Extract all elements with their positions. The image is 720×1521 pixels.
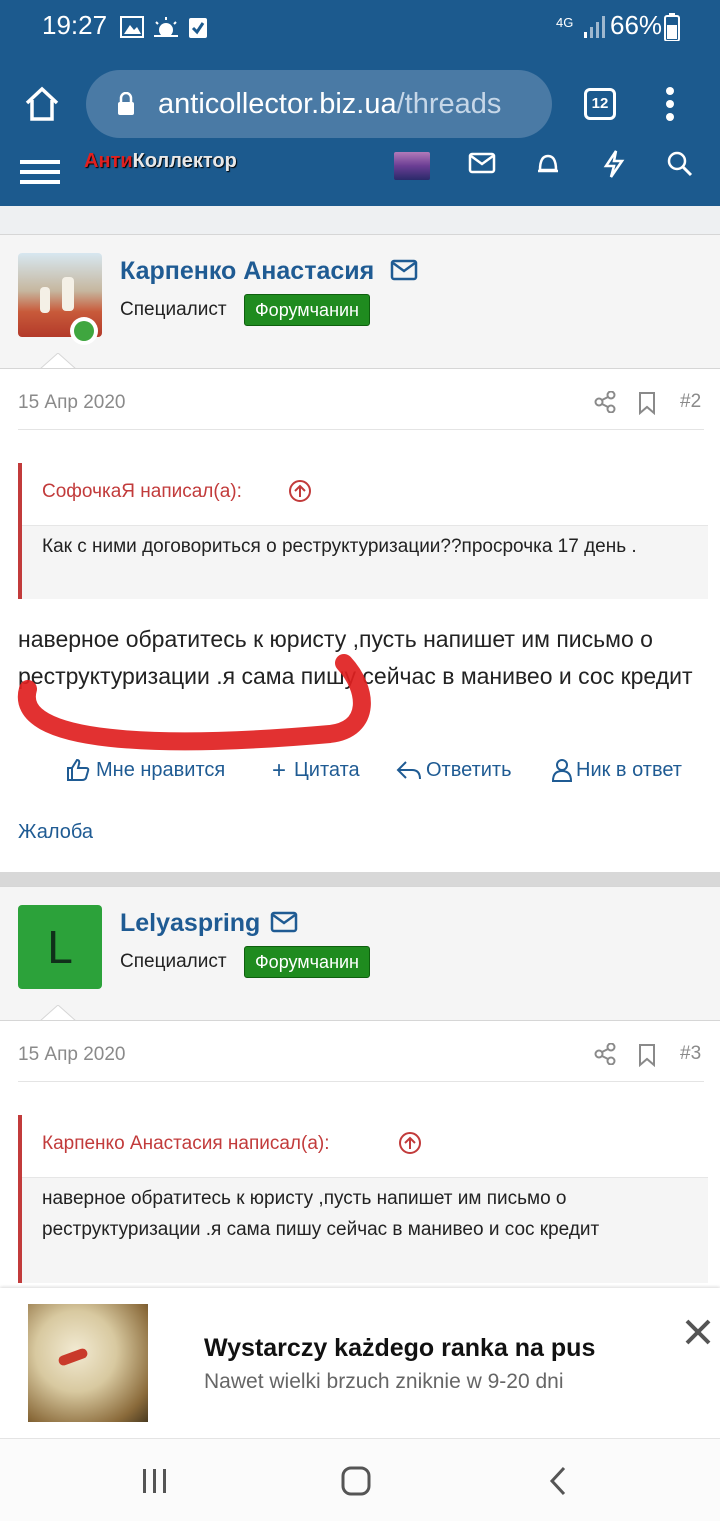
lock-icon <box>118 92 134 115</box>
post-date[interactable]: 15 Апр 2020 <box>18 392 126 414</box>
user-icon[interactable] <box>552 758 572 782</box>
quote-header: СофочкаЯ написал(а): <box>22 463 708 526</box>
home-icon[interactable] <box>24 86 60 122</box>
battery-percent: 66% <box>610 10 663 40</box>
post-author-name[interactable]: Карпенко Анастасия <box>120 257 374 286</box>
divider <box>18 429 704 430</box>
weather-icon <box>154 17 178 37</box>
lightning-icon[interactable] <box>602 150 626 178</box>
browser-chrome: 19:27 4G 66% anticollector.biz.ua/thread… <box>0 0 720 150</box>
post-2-body: 15 Апр 2020 #2 СофочкаЯ написал(а): Как … <box>0 368 720 873</box>
battery-icon <box>664 13 680 41</box>
post-author-name[interactable]: Lelyaspring <box>120 909 260 938</box>
online-dot <box>74 321 94 341</box>
mail-icon[interactable] <box>270 911 298 933</box>
post-number[interactable]: #3 <box>680 1043 701 1065</box>
ad-banner[interactable]: Wystarczy każdego ranka na pus Nawet wie… <box>0 1288 720 1438</box>
ad-title[interactable]: Wystarczy każdego ranka na pus <box>204 1334 595 1363</box>
report-action[interactable]: Жалоба <box>18 821 93 844</box>
logo-part-red: Анти <box>84 150 133 172</box>
quote-author[interactable]: Карпенко Анастасия написал(а): <box>42 1133 330 1155</box>
quote-action[interactable]: Цитата <box>294 759 360 782</box>
user-avatar[interactable] <box>394 152 430 180</box>
site-header: АнтиКоллектор <box>0 150 720 206</box>
hamburger-menu-icon[interactable] <box>20 158 60 184</box>
post-pointer <box>40 353 76 369</box>
recent-apps-icon[interactable] <box>140 1467 170 1495</box>
signal-icon <box>584 16 605 38</box>
url-path: /threads <box>396 88 502 120</box>
share-icon[interactable] <box>594 391 616 413</box>
post-3-body: 15 Апр 2020 #3 Карпенко Анастасия написа… <box>0 1020 720 1289</box>
quote-block: Карпенко Анастасия написал(а): наверное … <box>18 1115 708 1283</box>
bell-icon[interactable] <box>534 150 562 178</box>
close-icon[interactable] <box>684 1318 712 1346</box>
system-nav-bar <box>0 1438 720 1521</box>
share-icon[interactable] <box>594 1043 616 1065</box>
mail-icon[interactable] <box>390 259 418 281</box>
post-pointer <box>40 1005 76 1021</box>
red-underline-annotation <box>17 654 371 751</box>
logo-part-white: Коллектор <box>132 150 237 172</box>
quote-text: Как с ними договориться о реструктуризац… <box>42 536 637 557</box>
url-domain: anticollector.biz.ua <box>158 88 397 120</box>
back-icon[interactable] <box>546 1465 570 1497</box>
avatar-figure <box>40 287 50 313</box>
like-action[interactable]: Мне нравится <box>96 759 225 782</box>
arrow-up-circle-icon[interactable] <box>288 479 312 503</box>
online-indicator <box>70 317 98 345</box>
bookmark-icon[interactable] <box>638 391 656 415</box>
avatar-figure <box>62 277 74 311</box>
site-logo[interactable]: АнтиКоллектор <box>84 150 237 173</box>
quote-block: СофочкаЯ написал(а): Как с ними договори… <box>18 463 708 599</box>
post-3-user-block: L Lelyaspring Специалист Форумчанин <box>0 886 720 1021</box>
user-badge: Форумчанин <box>244 294 371 326</box>
gallery-icon <box>120 16 144 38</box>
tab-count-button[interactable]: 12 <box>584 88 616 120</box>
quote-header: Карпенко Анастасия написал(а): <box>22 1115 708 1178</box>
reply-icon[interactable] <box>396 759 422 781</box>
bookmark-icon[interactable] <box>638 1043 656 1067</box>
quote-text: наверное обратитесь к юристу ,пусть напи… <box>42 1188 600 1240</box>
reply-action[interactable]: Ответить <box>426 759 512 782</box>
network-type: 4G <box>556 15 574 30</box>
more-menu-icon[interactable] <box>664 86 676 122</box>
user-badge: Форумчанин <box>244 946 371 978</box>
url-text: anticollector.biz.ua/threads <box>158 88 501 121</box>
mail-icon[interactable] <box>468 152 496 174</box>
user-title: Специалист <box>120 951 227 972</box>
post-separator <box>0 872 720 886</box>
home-button-icon[interactable] <box>340 1465 372 1497</box>
header-shadow-gap <box>0 206 720 234</box>
post-date[interactable]: 15 Апр 2020 <box>18 1044 126 1066</box>
ad-subtitle: Nawet wielki brzuch zniknie w 9-20 dni <box>204 1370 564 1393</box>
status-time: 19:27 <box>42 10 108 40</box>
quote-author[interactable]: СофочкаЯ написал(а): <box>42 481 242 503</box>
post-number[interactable]: #2 <box>680 391 701 413</box>
ad-image[interactable] <box>28 1304 148 1422</box>
divider <box>18 1081 704 1082</box>
arrow-up-circle-icon[interactable] <box>398 1131 422 1155</box>
checkbox-notification-icon <box>189 18 207 38</box>
mention-action[interactable]: Ник в ответ <box>576 759 682 782</box>
search-icon[interactable] <box>666 150 694 178</box>
thumbs-up-icon[interactable] <box>66 758 90 782</box>
plus-icon[interactable]: + <box>272 757 286 785</box>
ad-image-detail <box>57 1347 89 1367</box>
user-avatar-letter[interactable]: L <box>18 905 102 989</box>
address-bar[interactable]: anticollector.biz.ua/threads <box>86 70 552 138</box>
user-title: Специалист <box>120 299 227 320</box>
post-2-user-block: Карпенко Анастасия Специалист Форумчанин <box>0 234 720 369</box>
